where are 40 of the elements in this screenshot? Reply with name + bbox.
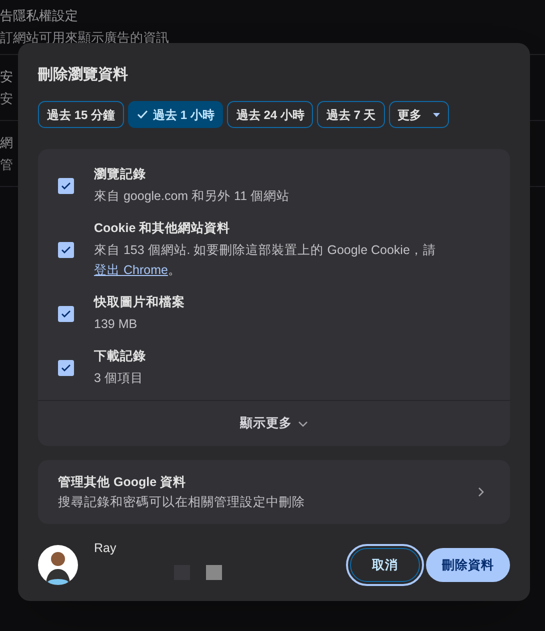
item-description: 3 個項目 — [94, 370, 144, 387]
checkbox[interactable] — [58, 178, 74, 194]
item-description: 來自 google.com 和另外 11 個網站 — [94, 188, 290, 205]
sign-out-link[interactable]: 登出 Chrome — [94, 263, 168, 277]
time-range-chip[interactable]: 過去 1 小時 — [128, 101, 224, 128]
dialog-title: 刪除瀏覽資料 — [38, 65, 129, 85]
setting-subtitle: 安 — [0, 90, 13, 108]
account-name: Ray — [94, 540, 118, 557]
manage-data-row[interactable]: 管理其他 Google 資料 搜尋記錄和密碼可以在相關管理設定中刪除 — [38, 460, 510, 524]
setting-title: 網 — [0, 134, 13, 152]
checkbox[interactable] — [58, 242, 74, 258]
time-range-chip[interactable]: 過去 15 分鐘 — [38, 101, 124, 128]
item-title: 下載記錄 — [94, 348, 146, 365]
time-range-chip[interactable]: 更多 — [388, 101, 449, 128]
item-title: 快取圖片和檔案 — [94, 294, 185, 311]
item-description: 來自 153 個網站. 如要刪除這部裝置上的 Google Cookie，請 登出 Chrome。 — [94, 242, 437, 279]
setting-title: 告隱私權設定 — [0, 7, 78, 25]
redacted-block — [206, 565, 222, 580]
avatar — [38, 545, 78, 585]
delete-data-button[interactable]: 刪除資料 — [426, 548, 510, 582]
item-title: 瀏覽記錄 — [94, 166, 147, 183]
check-icon — [61, 182, 71, 190]
item-title: Cookie 和其他網站資料 — [94, 220, 232, 237]
setting-title: 安 — [0, 68, 13, 86]
time-range-chip[interactable]: 過去 24 小時 — [227, 101, 314, 128]
show-more-button[interactable]: 顯示更多 — [240, 414, 308, 433]
check-icon — [61, 310, 71, 318]
item-description: 139 MB — [94, 316, 138, 333]
time-range-chip[interactable]: 過去 7 天 — [317, 101, 385, 128]
checkbox[interactable] — [58, 306, 74, 322]
check-icon — [61, 246, 71, 254]
row-subtitle: 搜尋記錄和密碼可以在相關管理設定中刪除 — [58, 494, 306, 511]
row-title: 管理其他 Google 資料 — [58, 474, 187, 491]
caret-icon — [432, 112, 440, 116]
check-icon — [137, 110, 148, 119]
setting-subtitle: 管 — [0, 156, 13, 174]
check-icon — [61, 364, 71, 372]
chevron-down-icon — [298, 420, 308, 426]
checkbox[interactable] — [58, 360, 74, 376]
chevron-right-icon — [478, 487, 484, 497]
